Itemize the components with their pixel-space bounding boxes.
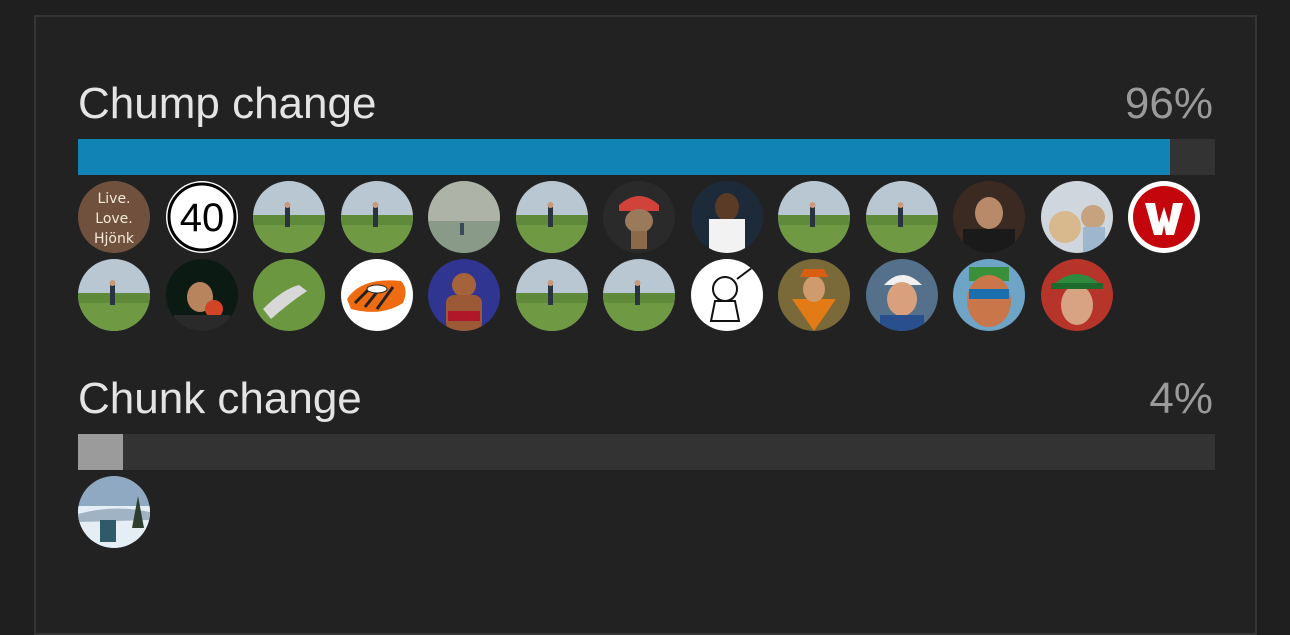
avatar-sign-text: Live.	[97, 191, 130, 207]
voter-avatar[interactable]	[340, 259, 413, 331]
poll-result-bar-track	[78, 139, 1215, 175]
voter-avatar[interactable]: Live. Love. Hjönk	[78, 181, 150, 253]
voter-avatar[interactable]	[865, 259, 938, 331]
poll-option-chunk-change: Chunk change 4%	[78, 370, 1215, 554]
voter-avatar[interactable]	[953, 259, 1025, 331]
voter-avatar[interactable]	[778, 259, 850, 331]
voter-avatar[interactable]	[515, 181, 588, 253]
voter-avatar[interactable]	[1128, 181, 1200, 253]
voter-avatar[interactable]	[340, 181, 413, 253]
poll-option-percent: 4%	[1149, 374, 1213, 423]
voter-avatar[interactable]	[78, 476, 150, 548]
voter-avatar[interactable]	[603, 181, 675, 253]
voter-avatar[interactable]	[515, 259, 588, 331]
voter-avatar[interactable]	[778, 181, 850, 253]
poll-result-bar-fill	[78, 139, 1170, 175]
voter-avatar[interactable]	[78, 259, 150, 331]
avatar-number-text: 40	[179, 196, 224, 240]
poll-option-header: Chunk change 4%	[78, 370, 1215, 428]
voter-avatar-list: Live. Love. Hjönk 40	[78, 181, 1215, 337]
voter-avatar[interactable]	[253, 259, 325, 331]
voter-avatar[interactable]	[428, 181, 500, 253]
poll-option-label: Chunk change	[78, 374, 362, 423]
voter-avatar[interactable]: 40	[165, 181, 238, 253]
poll-result-bar-track	[78, 434, 1215, 470]
voter-avatar[interactable]	[690, 181, 763, 253]
poll-option-percent: 96%	[1124, 79, 1213, 128]
poll-option-chump-change: Chump change 96% Live. Love. Hjönk 40	[78, 75, 1215, 337]
poll-option-label: Chump change	[78, 79, 377, 128]
voter-avatar[interactable]	[603, 259, 675, 331]
voter-avatar[interactable]	[165, 259, 238, 331]
voter-avatar[interactable]	[865, 181, 938, 253]
voter-avatar[interactable]	[1040, 181, 1113, 253]
voter-avatar[interactable]	[690, 259, 763, 331]
poll-result-bar-fill	[78, 434, 124, 470]
avatar-sign-text: Love.	[95, 211, 132, 227]
voter-avatar-list	[78, 476, 1215, 554]
voter-avatar[interactable]	[253, 181, 325, 253]
voter-avatar[interactable]	[1040, 259, 1113, 331]
avatar-sign-text: Hjönk	[94, 231, 135, 247]
poll-option-header: Chump change 96%	[78, 75, 1215, 133]
voter-avatar[interactable]	[428, 259, 500, 331]
voter-avatar[interactable]	[953, 181, 1025, 253]
